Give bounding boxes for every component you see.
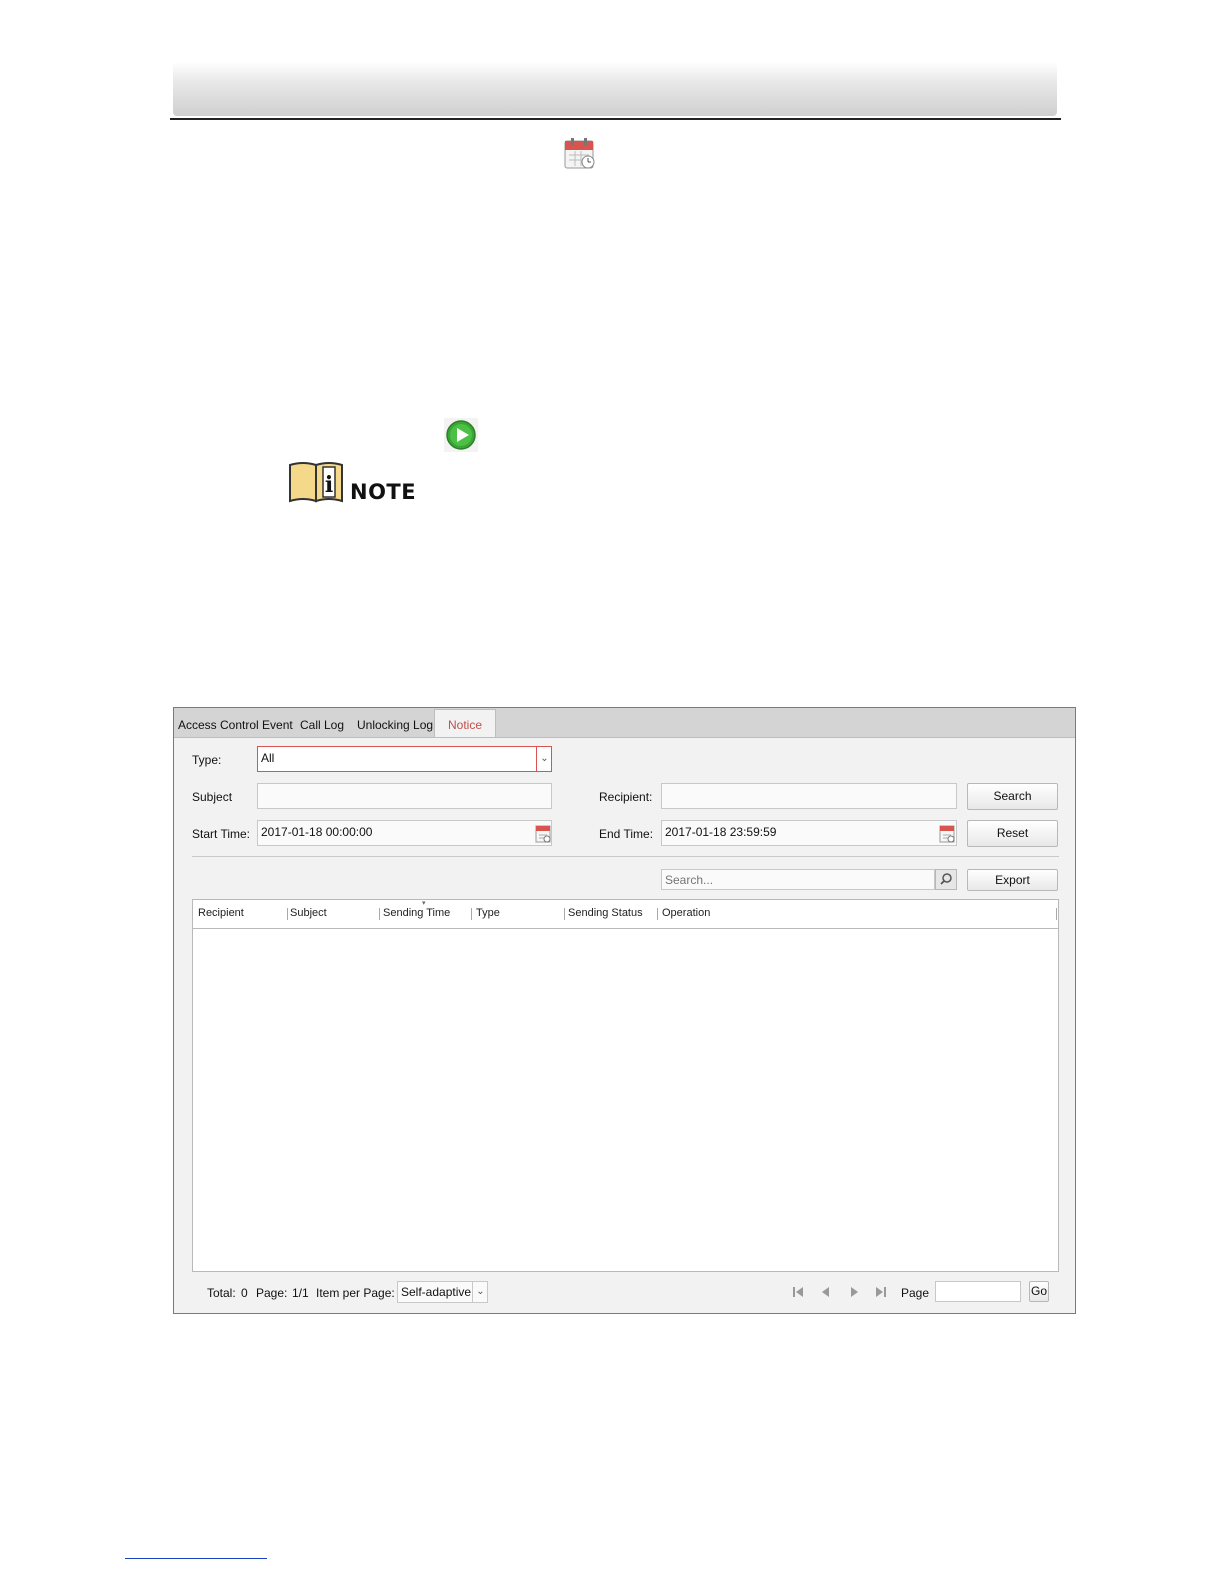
column-separator	[379, 908, 380, 920]
magnifier-icon[interactable]	[935, 869, 957, 890]
tab-access-control-event[interactable]: Access Control Event	[178, 709, 293, 737]
total-label: Total:	[207, 1286, 236, 1300]
column-separator	[1056, 908, 1057, 920]
total-value: 0	[241, 1286, 248, 1300]
chevron-down-icon[interactable]: ⌄	[472, 1282, 488, 1302]
previous-page-icon[interactable]	[818, 1284, 834, 1300]
items-per-page-value: Self-adaptive	[401, 1285, 472, 1299]
column-sending-status[interactable]: Sending Status	[568, 907, 643, 919]
start-time-field[interactable]: 2017-01-18 00:00:00	[257, 820, 552, 846]
svg-text:i: i	[325, 472, 333, 498]
type-select-value: All	[261, 751, 275, 765]
type-label: Type:	[192, 753, 222, 767]
last-page-icon[interactable]	[873, 1284, 889, 1300]
end-time-label: End Time:	[599, 827, 654, 841]
column-operation[interactable]: Operation	[662, 907, 710, 919]
export-button[interactable]: Export	[967, 869, 1058, 891]
items-per-page-label: Item per Page:	[316, 1286, 395, 1300]
sort-indicator-icon: ▾	[422, 900, 426, 907]
calendar-icon[interactable]	[535, 823, 551, 843]
type-select[interactable]: All	[257, 746, 552, 772]
tab-notice[interactable]: Notice	[434, 709, 496, 737]
footer-link[interactable]	[125, 1558, 267, 1559]
notice-table	[192, 899, 1059, 1272]
column-separator	[657, 908, 658, 920]
tab-call-log[interactable]: Call Log	[300, 709, 344, 737]
page-value: 1/1	[292, 1286, 309, 1300]
goto-page-label: Page	[901, 1286, 930, 1300]
start-time-label: Start Time:	[192, 827, 251, 841]
column-sending-time[interactable]: Sending Time	[383, 907, 450, 919]
end-time-value: 2017-01-18 23:59:59	[665, 825, 777, 839]
subject-input[interactable]	[257, 783, 552, 809]
filter-divider	[192, 856, 1059, 857]
subject-label: Subject	[192, 790, 233, 804]
next-page-icon[interactable]	[846, 1284, 862, 1300]
page-header-rule	[170, 118, 1061, 120]
calendar-icon[interactable]	[939, 823, 955, 843]
reset-button[interactable]: Reset	[967, 820, 1058, 847]
recipient-input[interactable]	[661, 783, 957, 809]
chevron-down-icon[interactable]: ⌄	[536, 747, 552, 771]
recipient-label: Recipient:	[599, 790, 653, 804]
calendar-icon	[564, 138, 595, 169]
column-separator	[471, 908, 472, 920]
column-separator	[564, 908, 565, 920]
page-header-band	[173, 62, 1057, 116]
go-button[interactable]: Go	[1029, 1281, 1049, 1302]
table-search-input[interactable]	[661, 869, 935, 890]
column-subject[interactable]: Subject	[290, 907, 327, 919]
column-recipient[interactable]: Recipient	[198, 907, 244, 919]
column-type[interactable]: Type	[476, 907, 500, 919]
note-label: NOTE	[350, 480, 417, 504]
first-page-icon[interactable]	[790, 1284, 806, 1300]
goto-page-input[interactable]	[935, 1281, 1021, 1302]
end-time-field[interactable]: 2017-01-18 23:59:59	[661, 820, 957, 846]
column-separator	[287, 908, 288, 920]
play-icon	[444, 418, 478, 452]
page-label: Page:	[256, 1286, 288, 1300]
start-time-value: 2017-01-18 00:00:00	[261, 825, 373, 839]
note-info-icon: i	[289, 462, 343, 503]
tab-unlocking-log[interactable]: Unlocking Log	[357, 709, 433, 737]
search-button[interactable]: Search	[967, 783, 1058, 810]
